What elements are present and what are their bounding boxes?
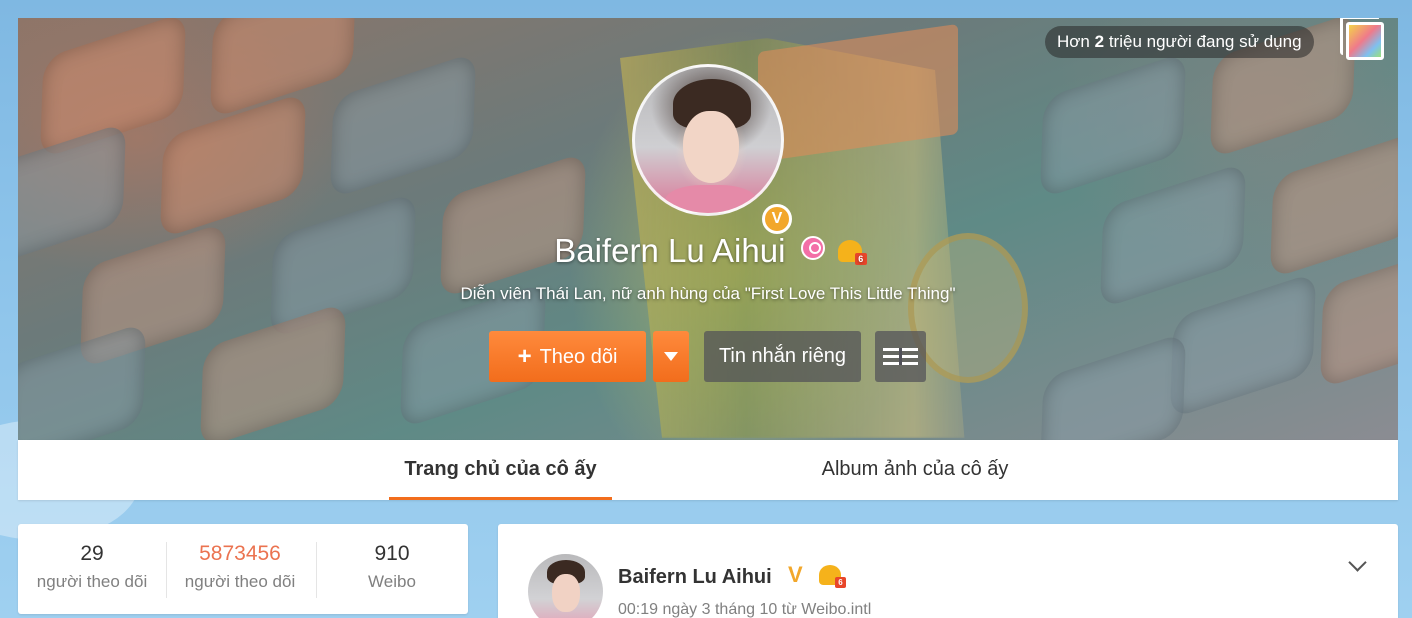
tab-home[interactable]: Trang chủ của cô ấy [389, 440, 612, 500]
stat-weibo-value: 910 [374, 542, 410, 565]
skin-icon[interactable] [1340, 18, 1384, 60]
more-options-button[interactable] [875, 331, 926, 382]
profile-name: Baifern Lu Aihui [554, 232, 786, 269]
stat-following[interactable]: 29 người theo dõi [18, 542, 166, 592]
crown-level-icon[interactable] [819, 565, 846, 588]
follow-button-label: Theo dõi [539, 346, 618, 368]
female-icon [800, 236, 825, 260]
post-meta: 00:19 ngày 3 tháng 10 từ Weibo.intl [618, 601, 872, 618]
feed-post-card: Baifern Lu Aihui V 00:19 ngày 3 tháng 10… [498, 524, 1398, 618]
post-author-avatar[interactable] [528, 554, 603, 618]
verified-icon: V [788, 562, 803, 587]
user-count-prefix: Hơn [1057, 32, 1090, 51]
user-count-pill: Hơn 2 triệu người đang sử dụng [1045, 26, 1314, 58]
follow-button[interactable]: + Theo dõi [489, 331, 646, 382]
follow-dropdown-button[interactable] [653, 331, 689, 382]
stat-weibo-label: Weibo [368, 572, 416, 591]
stat-following-value: 29 [80, 542, 104, 565]
post-author-name[interactable]: Baifern Lu Aihui [618, 566, 772, 589]
user-count-value: 2 [1094, 32, 1105, 51]
private-message-button[interactable]: Tin nhắn riêng [704, 331, 861, 382]
stat-followers-label: người theo dõi [184, 572, 296, 591]
stat-followers[interactable]: 5873456 người theo dõi [166, 542, 314, 592]
profile-banner: Hơn 2 triệu người đang sử dụng V Baifern… [18, 18, 1398, 440]
verified-icon: V [762, 204, 792, 234]
plus-icon: + [517, 343, 532, 370]
stat-followers-value: 5873456 [199, 542, 281, 565]
tab-album[interactable]: Album ảnh của cô ấy [798, 440, 1032, 500]
chevron-down-icon[interactable] [1348, 554, 1368, 574]
stat-weibo[interactable]: 910 Weibo [318, 542, 466, 592]
crown-level-icon[interactable] [837, 240, 867, 265]
profile-name-row: Baifern Lu Aihui [18, 232, 1398, 270]
stats-card: 29 người theo dõi 5873456 người theo dõi… [18, 524, 468, 614]
profile-description: Diễn viên Thái Lan, nữ anh hùng của "Fir… [460, 284, 956, 303]
user-count-suffix: triệu người đang sử dụng [1108, 32, 1302, 51]
stat-divider [316, 542, 317, 598]
profile-tabs: Trang chủ của cô ấy Album ảnh của cô ấy [18, 440, 1398, 500]
list-icon [883, 348, 918, 365]
avatar[interactable] [632, 64, 784, 216]
stat-following-label: người theo dõi [36, 572, 148, 591]
